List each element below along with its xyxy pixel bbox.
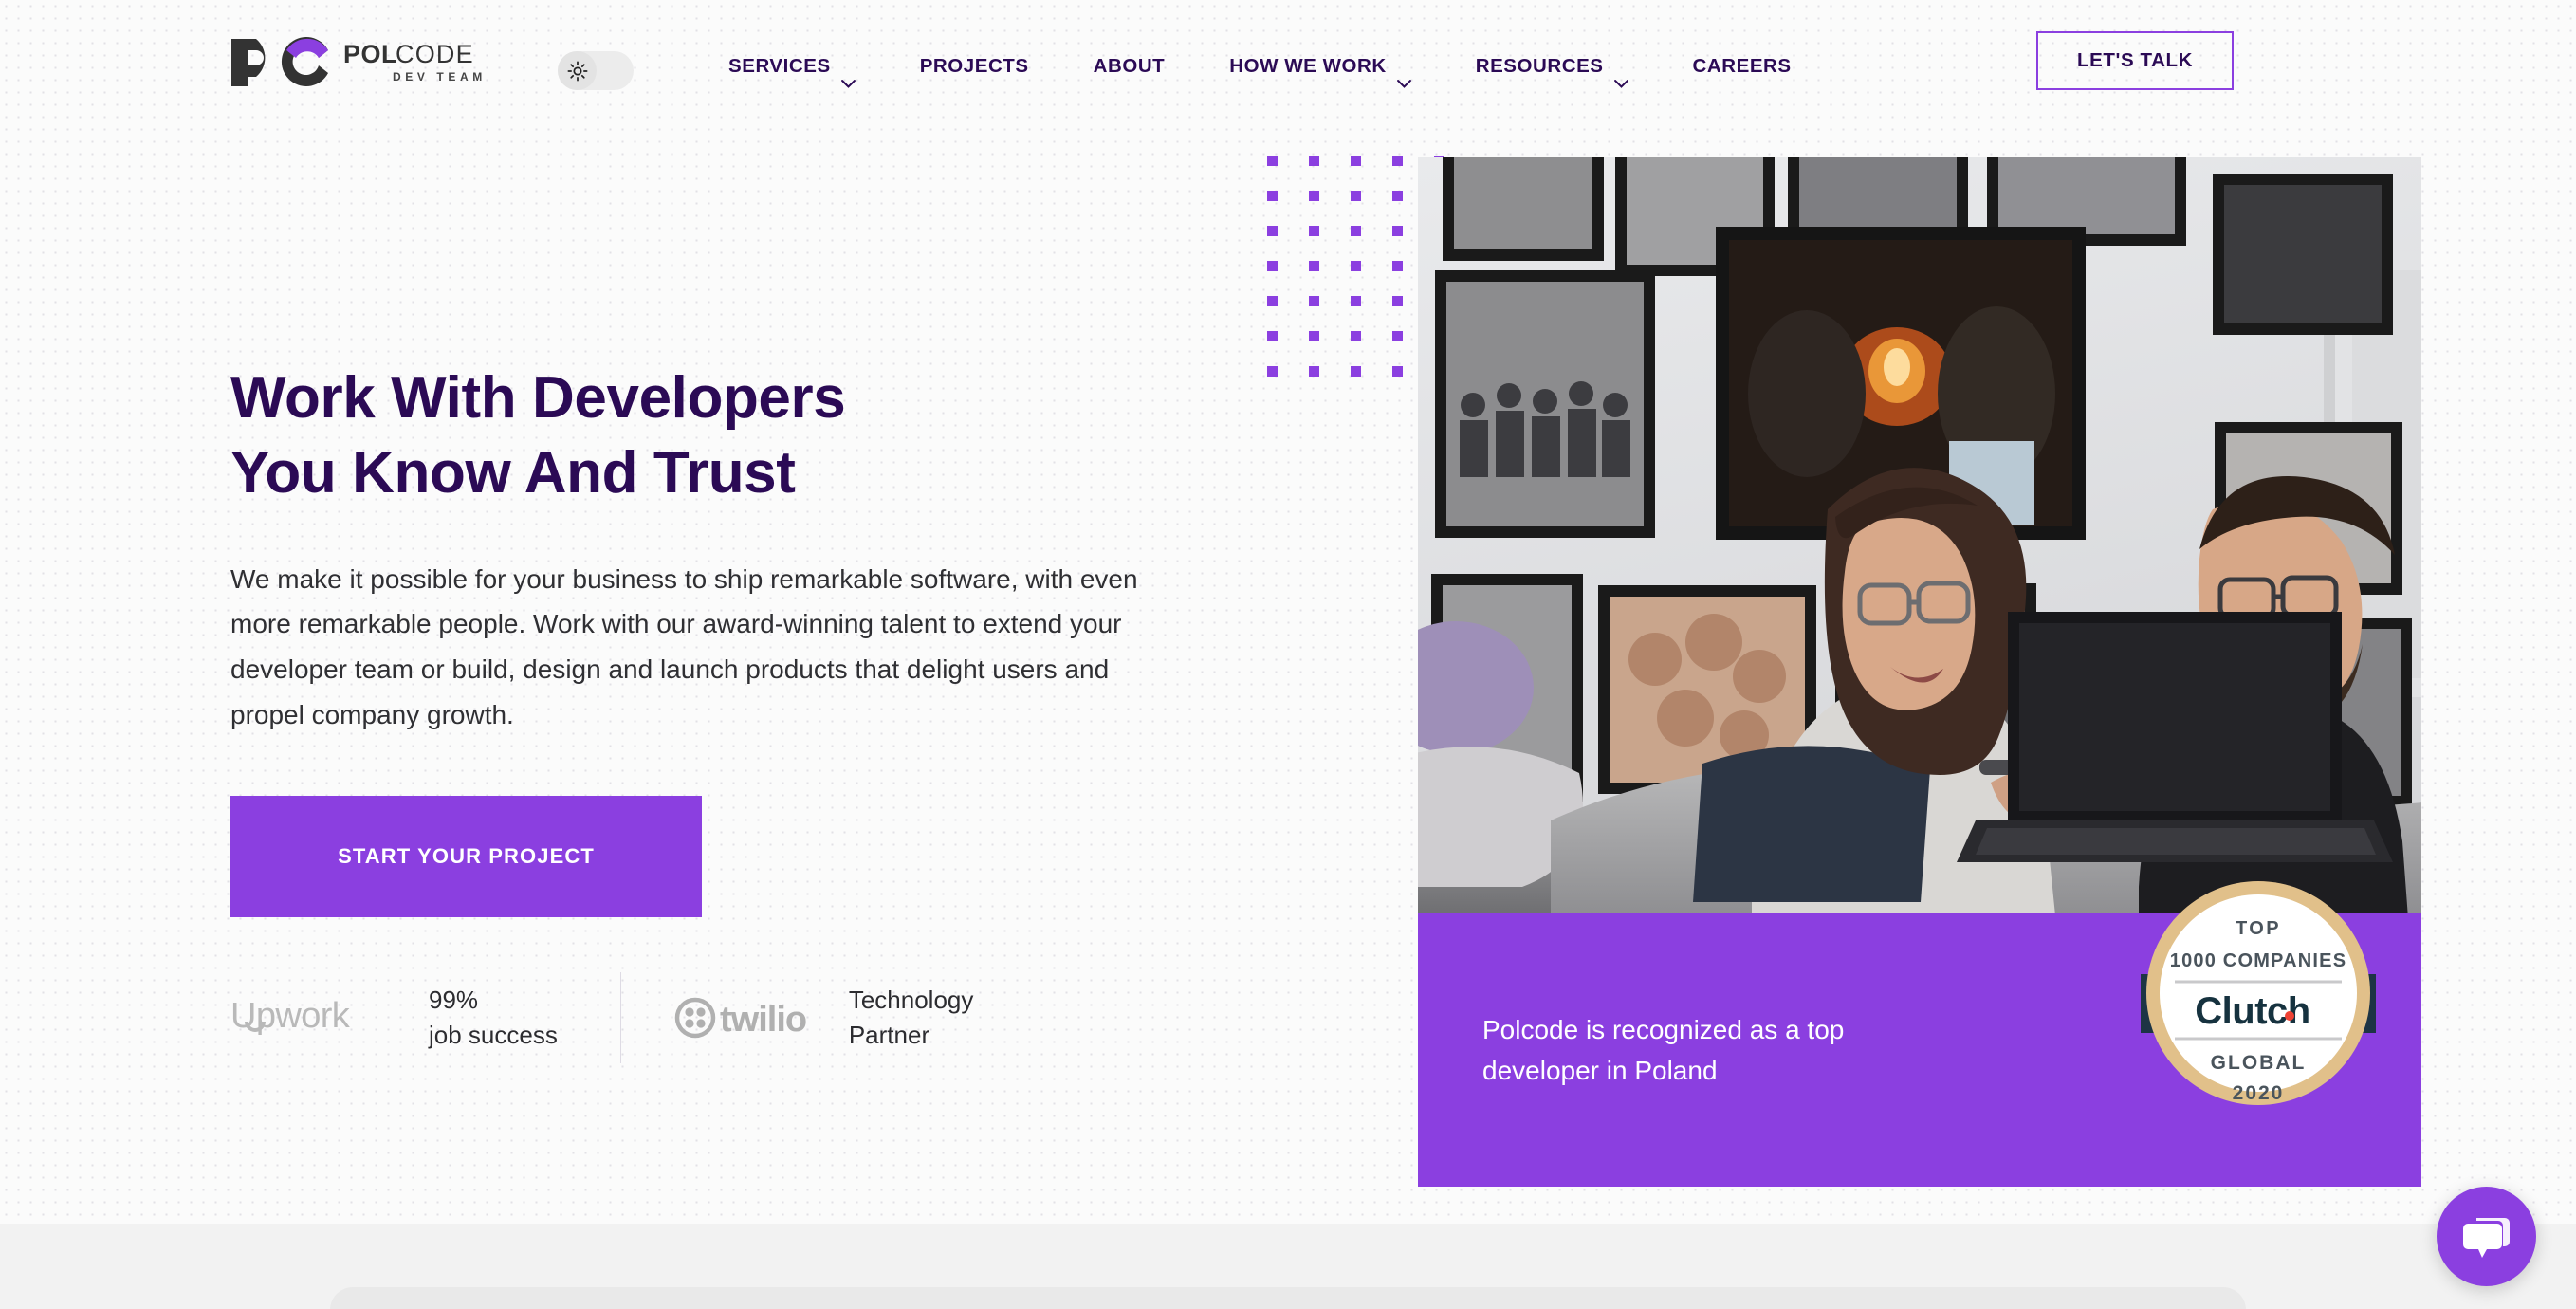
deco-dot	[1309, 261, 1319, 271]
award-banner: Polcode is recognized as a top developer…	[1418, 881, 2421, 1187]
deco-dot	[1267, 366, 1278, 377]
deco-dot	[1351, 191, 1361, 201]
next-section-card	[330, 1287, 2246, 1309]
deco-dot	[1309, 226, 1319, 236]
deco-dot	[1351, 296, 1361, 306]
sun-icon	[567, 61, 588, 82]
svg-text:1000 COMPANIES: 1000 COMPANIES	[2170, 950, 2347, 971]
deco-dot	[1267, 331, 1278, 341]
chevron-down-icon	[1396, 64, 1411, 88]
twilio-partner-text: Technology Partner	[848, 986, 974, 1050]
deco-dot	[1351, 226, 1361, 236]
chat-bubble-icon	[2461, 1214, 2512, 1260]
deco-dot	[1392, 366, 1403, 377]
deco-dot	[1351, 261, 1361, 271]
deco-dot	[1267, 261, 1278, 271]
polcode-wordmark: POL CODE DEV TEAM	[343, 40, 512, 83]
svg-text:DEV TEAM: DEV TEAM	[393, 70, 487, 83]
svg-text:GLOBAL: GLOBAL	[2211, 1052, 2307, 1074]
page-title: Work With Developers You Know And Trust	[230, 360, 1188, 511]
start-your-project-button[interactable]: START YOUR PROJECT	[230, 796, 702, 918]
nav-label: PROJECTS	[919, 55, 1029, 77]
nav-label: ABOUT	[1093, 55, 1166, 77]
deco-dot	[1351, 331, 1361, 341]
deco-dot	[1309, 191, 1319, 201]
deco-dot	[1392, 296, 1403, 306]
trust-item-upwork: Upwork 99% job success	[230, 983, 558, 1053]
deco-dot	[1267, 156, 1278, 166]
deco-dot	[1309, 156, 1319, 166]
deco-dot	[1351, 366, 1361, 377]
deco-dot	[1392, 331, 1403, 341]
svg-text:Upwork: Upwork	[230, 996, 351, 1036]
svg-text:CODE: CODE	[396, 40, 474, 68]
nav-item-resources[interactable]: RESOURCES	[1444, 47, 1661, 88]
hero-title-line-2: You Know And Trust	[230, 440, 796, 507]
svg-text:2020: 2020	[2233, 1082, 2285, 1104]
chevron-down-icon	[840, 64, 856, 88]
nav-label: RESOURCES	[1475, 55, 1604, 77]
deco-dot	[1351, 156, 1361, 166]
deco-dot	[1309, 331, 1319, 341]
nav-label: HOW WE WORK	[1229, 55, 1387, 77]
nav-item-about[interactable]: ABOUT	[1061, 47, 1198, 85]
deco-dot	[1392, 191, 1403, 201]
chevron-down-icon	[1613, 64, 1628, 88]
deco-dot	[1267, 191, 1278, 201]
deco-dot	[1392, 156, 1403, 166]
polcode-mark-icon	[228, 35, 340, 88]
lets-talk-button[interactable]: LET'S TALK	[2036, 31, 2234, 90]
nav-item-careers[interactable]: CAREERS	[1661, 47, 1824, 85]
upwork-stat-text: 99% job success	[429, 986, 558, 1050]
hero-title-line-1: Work With Developers	[230, 365, 846, 431]
nav-label: SERVICES	[728, 55, 831, 77]
deco-dot	[1392, 261, 1403, 271]
award-caption: Polcode is recognized as a top developer…	[1482, 1014, 1845, 1085]
hero-description: We make it possible for your business to…	[230, 563, 1138, 729]
theme-toggle-switch[interactable]	[558, 51, 634, 90]
deco-dot	[1267, 226, 1278, 236]
nav-item-how-we-work[interactable]: HOW WE WORK	[1197, 47, 1443, 88]
twilio-logo-icon: twilio	[674, 993, 817, 1042]
deco-dot	[1309, 366, 1319, 377]
upwork-logo-icon: Upwork	[230, 993, 396, 1042]
site-header: POL CODE DEV TEAM SERVICES PROJECTS ABOU…	[0, 0, 2576, 140]
hero-media-column: Polcode is recognized as a top developer…	[1418, 157, 2421, 1187]
brand-logo[interactable]: POL CODE DEV TEAM	[228, 34, 512, 89]
trust-indicators: Upwork 99% job success twilio Technology…	[230, 968, 1188, 1067]
svg-text:POL: POL	[343, 40, 397, 68]
nav-label: CAREERS	[1692, 55, 1792, 77]
primary-navigation: SERVICES PROJECTS ABOUT HOW WE WORK RESO…	[728, 47, 1824, 88]
deco-dot	[1309, 296, 1319, 306]
trust-divider	[619, 972, 621, 1064]
clutch-award-badge: TOP 1000 COMPANIES Clutch GLOBAL 2020	[2124, 876, 2393, 1111]
svg-text:Clutch: Clutch	[2195, 990, 2309, 1032]
chat-widget-button[interactable]	[2437, 1187, 2536, 1286]
nav-item-services[interactable]: SERVICES	[728, 47, 888, 88]
landing-page: POL CODE DEV TEAM SERVICES PROJECTS ABOU…	[0, 0, 2576, 1309]
deco-dot	[1267, 296, 1278, 306]
hero-content: Work With Developers You Know And Trust …	[230, 360, 1188, 1067]
svg-text:TOP: TOP	[2236, 918, 2281, 939]
theme-toggle-knob	[558, 51, 597, 90]
trust-item-twilio: twilio Technology Partner	[674, 983, 974, 1053]
nav-item-projects[interactable]: PROJECTS	[888, 47, 1061, 85]
svg-text:twilio: twilio	[720, 1000, 806, 1040]
hero-photo	[1418, 157, 2421, 913]
deco-dot	[1392, 226, 1403, 236]
